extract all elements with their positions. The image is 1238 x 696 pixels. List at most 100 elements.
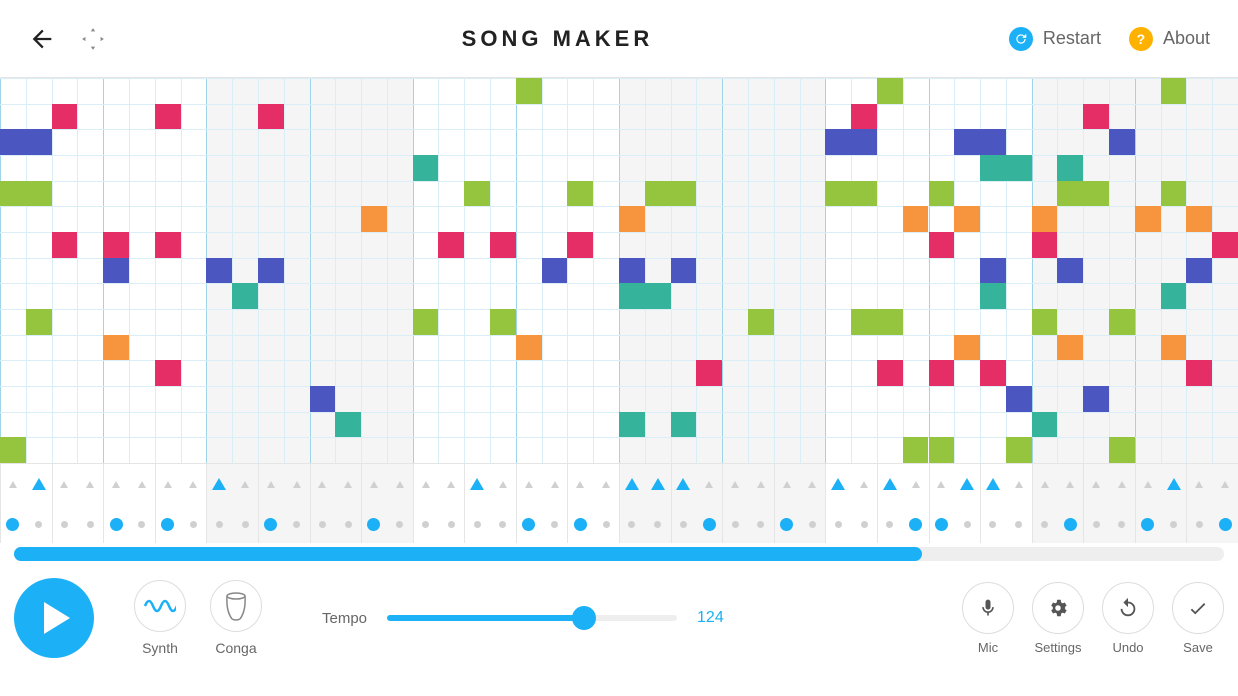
note-cell[interactable] — [980, 155, 1006, 181]
percussion-cell[interactable] — [774, 464, 800, 504]
settings-button[interactable]: Settings — [1032, 582, 1084, 655]
note-cell[interactable] — [0, 129, 26, 155]
percussion-cell[interactable] — [696, 464, 722, 504]
percussion-cell[interactable] — [903, 464, 929, 504]
percussion-cell[interactable] — [1161, 464, 1187, 504]
percussion-cell[interactable] — [748, 504, 774, 544]
percussion-cell[interactable] — [310, 504, 336, 544]
note-cell[interactable] — [1032, 412, 1058, 438]
percussion-cell[interactable] — [877, 504, 903, 544]
note-cell[interactable] — [645, 283, 671, 309]
percussion-cell[interactable] — [206, 504, 232, 544]
percussion-cell[interactable] — [954, 464, 980, 504]
percussion-cell[interactable] — [77, 464, 103, 504]
restart-button[interactable]: Restart — [1009, 27, 1101, 51]
percussion-cell[interactable] — [1083, 504, 1109, 544]
percussion-cell[interactable] — [387, 464, 413, 504]
percussion-cell[interactable] — [284, 504, 310, 544]
note-cell[interactable] — [438, 232, 464, 258]
note-cell[interactable] — [929, 181, 955, 207]
note-cell[interactable] — [1161, 181, 1187, 207]
note-cell[interactable] — [619, 283, 645, 309]
percussion-cell[interactable] — [181, 504, 207, 544]
percussion-cell[interactable] — [1109, 504, 1135, 544]
percussion-cell[interactable] — [619, 464, 645, 504]
percussion-cell[interactable] — [0, 464, 26, 504]
fullscreen-button[interactable] — [80, 26, 106, 52]
note-cell[interactable] — [1057, 335, 1083, 361]
percussion-cell[interactable] — [645, 464, 671, 504]
mic-button[interactable]: Mic — [962, 582, 1014, 655]
percussion-cell[interactable] — [52, 504, 78, 544]
percussion-cell[interactable] — [284, 464, 310, 504]
percussion-cell[interactable] — [361, 464, 387, 504]
percussion-cell[interactable] — [671, 464, 697, 504]
percussion-cell[interactable] — [980, 464, 1006, 504]
percussion-cell[interactable] — [1006, 504, 1032, 544]
melodic-instrument-picker[interactable]: Synth — [134, 580, 186, 656]
note-cell[interactable] — [155, 360, 181, 386]
note-cell[interactable] — [464, 181, 490, 207]
percussion-cell[interactable] — [1212, 504, 1238, 544]
percussion-cell[interactable] — [1161, 504, 1187, 544]
note-cell[interactable] — [542, 258, 568, 284]
percussion-cell[interactable] — [748, 464, 774, 504]
note-cell[interactable] — [258, 104, 284, 130]
note-cell[interactable] — [954, 335, 980, 361]
percussion-cell[interactable] — [490, 464, 516, 504]
percussion-cell[interactable] — [464, 464, 490, 504]
note-cell[interactable] — [1083, 104, 1109, 130]
percussion-cell[interactable] — [232, 464, 258, 504]
percussion-cell[interactable] — [722, 504, 748, 544]
note-cell[interactable] — [1135, 206, 1161, 232]
note-cell[interactable] — [877, 309, 903, 335]
note-cell[interactable] — [155, 104, 181, 130]
tempo-slider[interactable] — [387, 615, 677, 621]
note-cell[interactable] — [490, 309, 516, 335]
percussion-cell[interactable] — [619, 504, 645, 544]
note-cell[interactable] — [671, 412, 697, 438]
percussion-cell[interactable] — [206, 464, 232, 504]
note-cell[interactable] — [1057, 155, 1083, 181]
percussion-cell[interactable] — [593, 464, 619, 504]
note-cell[interactable] — [619, 412, 645, 438]
percussion-cell[interactable] — [825, 464, 851, 504]
note-cell[interactable] — [1161, 283, 1187, 309]
percussion-cell[interactable] — [1135, 464, 1161, 504]
percussion-cell[interactable] — [696, 504, 722, 544]
note-cell[interactable] — [103, 232, 129, 258]
percussion-cell[interactable] — [516, 464, 542, 504]
percussion-cell[interactable] — [413, 504, 439, 544]
note-cell[interactable] — [903, 437, 929, 463]
note-cell[interactable] — [1186, 258, 1212, 284]
percussion-cell[interactable] — [567, 464, 593, 504]
percussion-cell[interactable] — [387, 504, 413, 544]
percussion-cell[interactable] — [464, 504, 490, 544]
note-cell[interactable] — [1186, 206, 1212, 232]
note-grid[interactable] — [0, 78, 1238, 463]
note-cell[interactable] — [877, 78, 903, 104]
note-cell[interactable] — [980, 129, 1006, 155]
percussion-cell[interactable] — [542, 464, 568, 504]
note-cell[interactable] — [851, 309, 877, 335]
note-cell[interactable] — [954, 206, 980, 232]
note-cell[interactable] — [619, 258, 645, 284]
note-cell[interactable] — [0, 437, 26, 463]
percussion-cell[interactable] — [181, 464, 207, 504]
percussion-cell[interactable] — [413, 464, 439, 504]
note-cell[interactable] — [929, 232, 955, 258]
percussion-cell[interactable] — [722, 464, 748, 504]
note-cell[interactable] — [696, 360, 722, 386]
note-cell[interactable] — [825, 181, 851, 207]
note-cell[interactable] — [206, 258, 232, 284]
percussion-cell[interactable] — [671, 504, 697, 544]
note-cell[interactable] — [0, 181, 26, 207]
note-cell[interactable] — [1109, 309, 1135, 335]
note-cell[interactable] — [671, 181, 697, 207]
percussion-cell[interactable] — [825, 504, 851, 544]
note-cell[interactable] — [1006, 386, 1032, 412]
percussion-cell[interactable] — [361, 504, 387, 544]
note-cell[interactable] — [1109, 437, 1135, 463]
note-cell[interactable] — [619, 206, 645, 232]
percussion-grid[interactable] — [0, 463, 1238, 543]
